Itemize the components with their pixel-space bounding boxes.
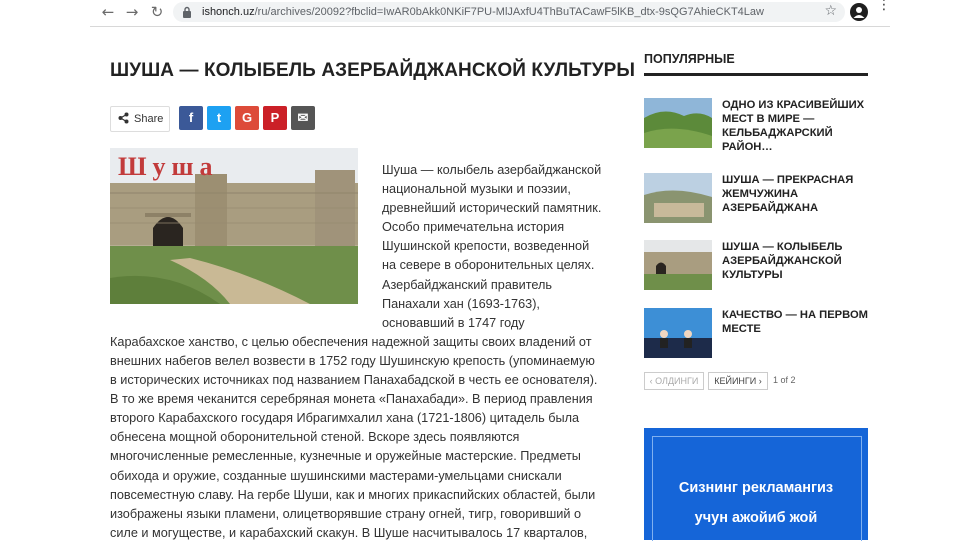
star-icon[interactable]: ☆ [824, 3, 837, 19]
post-title[interactable]: ОДНО ИЗ КРАСИВЕЙШИХ МЕСТ В МИРЕ — КЕЛЬБА… [722, 98, 868, 154]
google-icon: G [241, 110, 253, 125]
google-share-button[interactable]: G [235, 106, 259, 130]
facebook-share-button[interactable]: f [179, 106, 203, 130]
ad-text-line-1: Сизнинг рекламангиз [678, 480, 834, 496]
share-button[interactable]: Share [110, 106, 170, 132]
post-thumbnail[interactable] [644, 308, 712, 358]
post-title[interactable]: ШУША — КОЛЫБЕЛЬ АЗЕРБАЙДЖАНСКОЙ КУЛЬТУРЫ [722, 240, 868, 282]
post-thumbnail[interactable] [644, 240, 712, 290]
prev-page-button[interactable]: ‹ ОЛДИНГИ [644, 372, 704, 390]
forward-icon[interactable]: → [124, 4, 140, 20]
article-title: ШУША — КОЛЫБЕЛЬ АЗЕРБАЙДЖАНСКОЙ КУЛЬТУРЫ [110, 60, 636, 81]
back-icon[interactable]: ← [100, 4, 116, 20]
ad-banner[interactable]: Сизнинг рекламангиз учун ажойиб жой [644, 428, 868, 541]
sidebar-divider [644, 73, 868, 76]
account-icon[interactable] [850, 3, 868, 21]
lock-icon [183, 6, 191, 18]
sidebar-heading: ПОПУЛЯРНЫЕ [644, 52, 735, 66]
page-info: 1 of 2 [773, 375, 796, 385]
url-text: ishonch.uz/ru/archives/20092?fbclid=IwAR… [202, 6, 822, 18]
share-label: Share [134, 113, 164, 125]
pinterest-share-button[interactable]: P [263, 106, 287, 130]
post-title[interactable]: КАЧЕСТВО — НА ПЕРВОМ МЕСТЕ [722, 308, 868, 336]
article-body: Шуша — колыбель азербайджанской национал… [110, 161, 602, 543]
post-thumbnail[interactable] [644, 98, 712, 148]
share-icon [118, 112, 129, 124]
twitter-icon: t [216, 110, 222, 125]
pinterest-icon: P [270, 110, 280, 125]
ad-text-line-2: учун ажойиб жой [694, 510, 818, 526]
menu-icon[interactable]: ⋮ [877, 0, 891, 12]
next-page-button[interactable]: КЕЙИНГИ › [708, 372, 768, 390]
facebook-icon: f [188, 110, 194, 125]
post-thumbnail[interactable] [644, 173, 712, 223]
twitter-share-button[interactable]: t [207, 106, 231, 130]
url-path: /ru/archives/20092?fbclid=IwAR0bAkk0NKiF… [254, 6, 764, 18]
email-icon: ✉ [297, 110, 309, 125]
url-host: ishonch.uz [202, 6, 255, 18]
browser-toolbar: ← → ↻ ishonch.uz/ru/archives/20092?fbcli… [90, 0, 891, 27]
post-title[interactable]: ШУША — ПРЕКРАСНАЯ ЖЕМЧУЖИНА АЗЕРБАЙДЖАНА [722, 173, 868, 215]
reload-icon[interactable]: ↻ [149, 4, 165, 20]
email-share-button[interactable]: ✉ [291, 106, 315, 130]
address-bar[interactable]: ishonch.uz/ru/archives/20092?fbclid=IwAR… [173, 2, 845, 22]
